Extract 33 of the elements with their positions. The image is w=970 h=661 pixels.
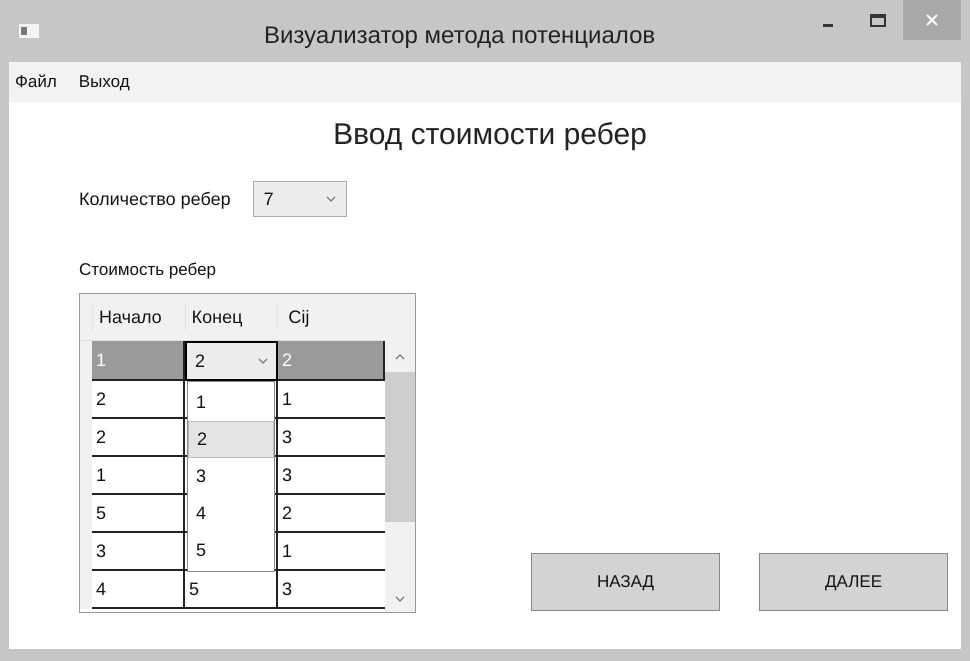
edge-count-dropdown[interactable]: 7 bbox=[252, 181, 347, 217]
dropdown-option[interactable]: 1 bbox=[188, 384, 274, 421]
page-heading: Ввод стоимости ребер bbox=[333, 117, 647, 153]
chevron-down-icon bbox=[258, 358, 268, 364]
end-dropdown[interactable]: 2 bbox=[185, 341, 278, 381]
table-cell[interactable]: 5 bbox=[185, 571, 278, 609]
scroll-down-icon bbox=[395, 596, 405, 602]
row-header[interactable] bbox=[80, 571, 92, 609]
dropdown-option[interactable]: 2 bbox=[188, 421, 274, 458]
dropdown-option[interactable]: 5 bbox=[188, 532, 274, 569]
menu-item[interactable]: Файл bbox=[15, 69, 57, 95]
table-cell[interactable]: 2 bbox=[92, 419, 185, 457]
app-icon bbox=[19, 24, 39, 38]
column-header[interactable]: Начало bbox=[92, 304, 185, 330]
table-cell[interactable]: 4 bbox=[92, 571, 185, 609]
column-header[interactable]: Конец bbox=[184, 304, 278, 330]
table-cell[interactable]: 3 bbox=[92, 533, 185, 571]
nav-button[interactable]: НАЗАД bbox=[531, 553, 720, 611]
chevron-down-icon bbox=[326, 196, 336, 202]
nav-button[interactable]: ДАЛЕЕ bbox=[759, 553, 948, 611]
dropdown-option[interactable]: 3 bbox=[188, 458, 274, 495]
edge-count-label: Количество ребер bbox=[79, 188, 231, 211]
row-header[interactable] bbox=[80, 341, 92, 381]
costs-label: Стоимость ребер bbox=[79, 260, 216, 279]
dropdown-option[interactable]: 4 bbox=[188, 495, 274, 532]
window-title: Визуализатор метода потенциалов bbox=[264, 21, 656, 51]
table-cell[interactable]: 2 bbox=[92, 381, 185, 419]
table-cell[interactable]: 5 bbox=[92, 495, 185, 533]
scroll-up-icon bbox=[395, 354, 405, 360]
table-cell[interactable]: 1 bbox=[92, 457, 185, 495]
scrollbar[interactable] bbox=[385, 294, 415, 612]
menu-item[interactable]: Выход bbox=[78, 69, 130, 95]
close-icon bbox=[926, 14, 938, 26]
